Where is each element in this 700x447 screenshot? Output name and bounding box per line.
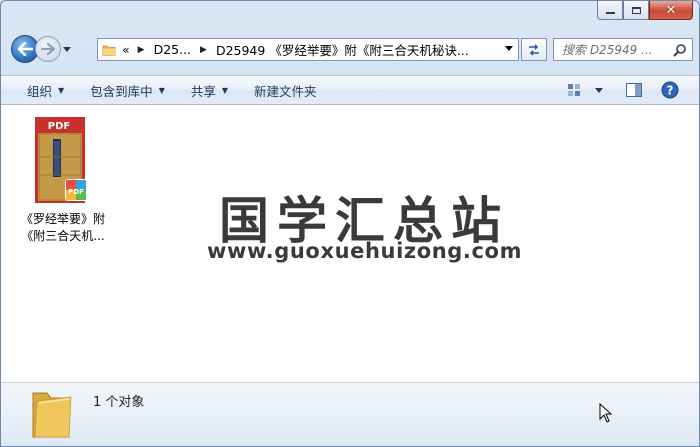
address-separator-icon[interactable]: ▶ [200, 45, 207, 55]
change-view-button[interactable] [567, 76, 583, 104]
new-folder-label: 新建文件夹 [254, 83, 317, 99]
mouse-cursor-icon [599, 403, 613, 423]
search-input[interactable] [562, 42, 670, 57]
chevron-down-icon [595, 87, 603, 93]
search-box[interactable] [553, 38, 693, 61]
refresh-icon [529, 43, 539, 56]
close-button[interactable]: ✕ [649, 1, 693, 20]
forward-button[interactable] [35, 36, 61, 62]
command-bar: 组织 ▼ 包含到库中 ▼ 共享 ▼ 新建文件夹 ? [1, 75, 699, 105]
organize-menu[interactable]: 组织 ▼ [19, 76, 72, 104]
folder-icon [32, 392, 72, 438]
share-label: 共享 [190, 83, 216, 99]
view-icon [568, 84, 580, 96]
recent-pages-dropdown[interactable] [63, 44, 73, 54]
organize-label: 组织 [27, 83, 53, 99]
chevron-down-icon: ▼ [58, 85, 65, 95]
address-segment[interactable]: D25... [154, 42, 191, 57]
new-folder-button[interactable]: 新建文件夹 [246, 76, 325, 104]
item-count: 1 个对象 [93, 395, 145, 410]
refresh-button[interactable] [521, 38, 547, 61]
help-icon: ? [661, 81, 679, 99]
include-in-library-label: 包含到库中 [90, 83, 153, 99]
file-name-line: 《罗经举要》附 [20, 212, 105, 226]
search-icon[interactable] [673, 43, 687, 57]
preview-pane-button[interactable] [626, 76, 642, 104]
chevron-down-icon: ▼ [158, 85, 165, 95]
caption-buttons: ✕ [597, 1, 693, 20]
navigation-buttons [11, 35, 73, 63]
back-arrow-icon [17, 42, 33, 56]
watermark-url: www.guoxuehuizong.com [207, 239, 523, 263]
minimize-icon [605, 12, 615, 14]
address-segment-current[interactable]: D25949 《罗经举要》附《附三合天机秘诀... [216, 40, 469, 59]
chevron-down-icon [63, 46, 71, 52]
close-icon: ✕ [665, 2, 677, 18]
folder-icon [102, 45, 116, 56]
svg-text:PDF: PDF [68, 188, 84, 196]
view-options-dropdown[interactable] [595, 76, 603, 104]
preview-pane-icon [626, 83, 642, 97]
maximize-button[interactable] [623, 1, 649, 20]
pdf-file-icon: PDF PDF [35, 117, 87, 203]
address-separator-icon: ▶ [137, 44, 145, 55]
help-button[interactable]: ? [661, 76, 679, 104]
address-dropdown-icon[interactable] [505, 46, 513, 51]
address-overflow[interactable]: « [122, 42, 130, 57]
maximize-icon [631, 6, 641, 14]
minimize-button[interactable] [597, 1, 623, 20]
include-in-library-menu[interactable]: 包含到库中 ▼ [82, 76, 173, 104]
file-name-label: 《罗经举要》附 《附三合天机... [15, 211, 111, 245]
details-pane: 1 个对象 [1, 382, 699, 446]
forward-arrow-icon [41, 43, 55, 55]
file-list-pane[interactable]: PDF PDF 《罗经举要》附 《附三合天机... 国学汇总站 www.guox… [1, 105, 699, 382]
share-menu[interactable]: 共享 ▼ [183, 76, 236, 104]
chevron-down-icon: ▼ [221, 85, 229, 95]
svg-text:PDF: PDF [48, 121, 70, 132]
explorer-window: ✕ « ▶ D25... ▶ D25949 《罗经举要》附《附三合天机秘诀... [0, 0, 700, 447]
file-name-line: 《附三合天机... [21, 229, 105, 243]
svg-text:?: ? [667, 84, 674, 98]
address-bar[interactable]: « ▶ D25... ▶ D25949 《罗经举要》附《附三合天机秘诀... [97, 38, 519, 61]
